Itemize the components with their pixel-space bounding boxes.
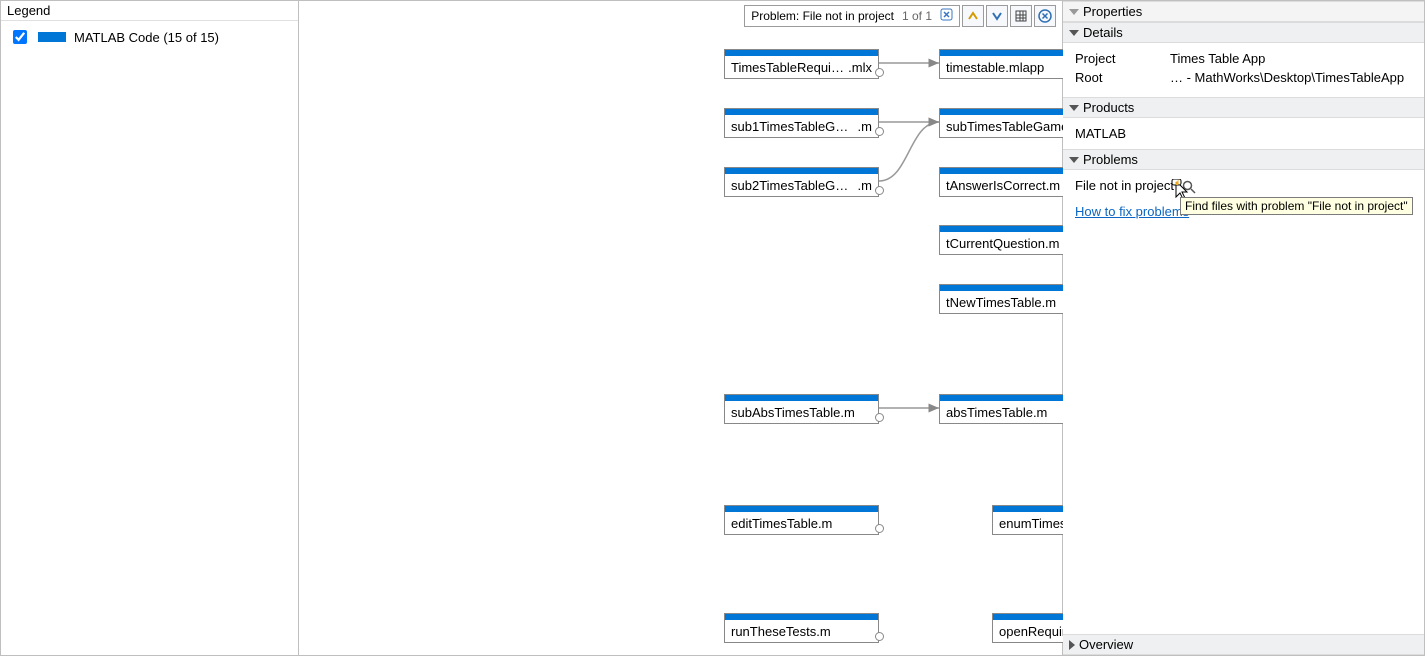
- node-ext: .m: [858, 119, 872, 134]
- root-value: … - MathWorks\Desktop\TimesTableApp: [1170, 70, 1412, 85]
- node-port: [875, 524, 884, 533]
- fix-problems-link[interactable]: How to fix problems: [1075, 204, 1189, 219]
- legend-panel: Legend MATLAB Code (15 of 15): [1, 1, 299, 655]
- products-header[interactable]: Products: [1063, 97, 1424, 118]
- overview-title: Overview: [1079, 637, 1133, 652]
- problems-title: Problems: [1083, 152, 1138, 167]
- overview-header[interactable]: Overview: [1063, 634, 1424, 655]
- node-filename: subAbsTimesTable.m: [731, 405, 855, 420]
- collapse-icon: [1069, 157, 1079, 163]
- details-title: Details: [1083, 25, 1123, 40]
- problems-header[interactable]: Problems: [1063, 149, 1424, 170]
- legend-item-label: MATLAB Code (15 of 15): [74, 30, 219, 45]
- file-node[interactable]: editTimesTable.m: [724, 505, 879, 535]
- problem-counter: 1 of 1: [902, 9, 932, 23]
- node-label: TimesTableRequir… .mlx: [725, 56, 878, 78]
- legend-title: Legend: [1, 1, 298, 21]
- file-node[interactable]: subAbsTimesTable.m: [724, 394, 879, 424]
- details-header[interactable]: Details: [1063, 22, 1424, 43]
- grid-view-button[interactable]: [1010, 5, 1032, 27]
- properties-panel: Properties Details Project Times Table A…: [1063, 1, 1424, 655]
- close-problem-button[interactable]: [1034, 5, 1056, 27]
- tooltip: Find files with problem "File not in pro…: [1180, 197, 1413, 215]
- clear-search-icon[interactable]: [940, 8, 953, 24]
- node-port: [875, 186, 884, 195]
- node-port: [875, 68, 884, 77]
- node-filename: TimesTableRequir…: [731, 60, 844, 75]
- node-filename: editTimesTable.m: [731, 516, 832, 531]
- next-problem-button[interactable]: [986, 5, 1008, 27]
- problems-body: File not in project How to fix problems …: [1063, 170, 1424, 634]
- search-problem-icon[interactable]: [1182, 180, 1196, 194]
- node-filename: runTheseTests.m: [731, 624, 831, 639]
- node-filename: absTimesTable.m: [946, 405, 1047, 420]
- file-node[interactable]: runTheseTests.m: [724, 613, 879, 643]
- legend-swatch-matlab-code: [38, 32, 66, 42]
- node-label: editTimesTable.m: [725, 512, 878, 534]
- legend-checkbox[interactable]: [13, 30, 27, 44]
- prev-problem-button[interactable]: [962, 5, 984, 27]
- collapse-icon: [1069, 9, 1079, 15]
- collapse-icon: [1069, 105, 1079, 111]
- node-filename: sub1TimesTableGa…: [731, 119, 854, 134]
- file-node[interactable]: sub1TimesTableGa… .m: [724, 108, 879, 138]
- project-label: Project: [1075, 51, 1170, 66]
- root-label: Root: [1075, 70, 1170, 85]
- node-label: runTheseTests.m: [725, 620, 878, 642]
- node-ext: .mlx: [848, 60, 872, 75]
- file-node[interactable]: sub2TimesTableGa… .m: [724, 167, 879, 197]
- node-filename: tAnswerIsCorrect.m: [946, 178, 1060, 193]
- dependency-canvas[interactable]: TimesTableRequir… .mlx sub1TimesTableGa… .m…: [299, 1, 1063, 655]
- edges-layer: [299, 1, 1062, 655]
- details-body: Project Times Table App Root … - MathWor…: [1063, 43, 1424, 97]
- node-filename: sub2TimesTableGa…: [731, 178, 854, 193]
- collapse-icon: [1069, 30, 1079, 36]
- expand-icon: [1069, 640, 1075, 650]
- products-body: MATLAB: [1063, 118, 1424, 149]
- node-port: [875, 127, 884, 136]
- node-filename: timestable.mlapp: [946, 60, 1044, 75]
- problem-label-box: Problem: File not in project 1 of 1: [744, 5, 960, 27]
- node-port: [875, 413, 884, 422]
- products-value: MATLAB: [1075, 126, 1126, 141]
- node-filename: tNewTimesTable.m: [946, 295, 1056, 310]
- legend-item[interactable]: MATLAB Code (15 of 15): [1, 21, 298, 53]
- node-ext: .m: [858, 178, 872, 193]
- problem-label: Problem: File not in project: [751, 9, 894, 23]
- node-label: subAbsTimesTable.m: [725, 401, 878, 423]
- products-title: Products: [1083, 100, 1134, 115]
- project-value: Times Table App: [1170, 51, 1412, 66]
- node-label: sub2TimesTableGa… .m: [725, 174, 878, 196]
- node-label: sub1TimesTableGa… .m: [725, 115, 878, 137]
- file-node[interactable]: TimesTableRequir… .mlx: [724, 49, 879, 79]
- problem-nav-bar: Problem: File not in project 1 of 1: [744, 5, 1056, 27]
- problem-text: File not in project: [1075, 178, 1174, 193]
- properties-title: Properties: [1083, 4, 1142, 19]
- properties-header[interactable]: Properties: [1063, 1, 1424, 22]
- node-port: [875, 632, 884, 641]
- node-filename: tCurrentQuestion.m: [946, 236, 1059, 251]
